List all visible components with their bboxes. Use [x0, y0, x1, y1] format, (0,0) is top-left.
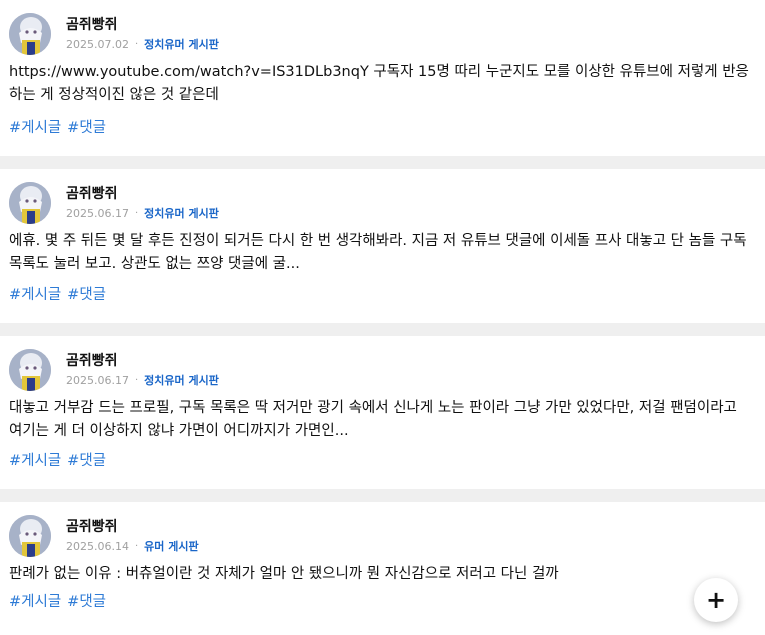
avatar-image [9, 515, 51, 557]
board-link[interactable]: 정치유머 게시판 [144, 205, 219, 221]
post-meta: 2025.06.17 · 정치유머 게시판 [66, 205, 219, 221]
avatar-image [9, 182, 51, 224]
board-link[interactable]: 정치유머 게시판 [144, 372, 219, 388]
board-link[interactable]: 유머 게시판 [144, 538, 198, 554]
post-content[interactable]: 에휴. 몇 주 뒤든 몇 달 후든 진정이 되거든 다시 한 번 생각해봐라. … [9, 230, 754, 276]
author-name[interactable]: 곰쥐빵쥐 [66, 183, 118, 203]
post-content[interactable]: 대놓고 거부감 드는 프로필, 구독 목록은 딱 저거만 광기 속에서 신나게 … [9, 397, 754, 443]
tag-post[interactable]: #게시글 [9, 453, 61, 469]
tag-post[interactable]: #게시글 [9, 287, 61, 303]
avatar[interactable] [9, 13, 51, 55]
post-meta: 2025.06.17 · 정치유머 게시판 [66, 372, 219, 388]
post-content[interactable]: 판례가 없는 이유 : 버츄얼이란 것 자체가 얼마 안 됐으니까 뭔 자신감으… [9, 563, 754, 586]
avatar-image [9, 349, 51, 391]
post-meta: 2025.06.14 · 유머 게시판 [66, 538, 199, 554]
tag-post[interactable]: #게시글 [9, 594, 61, 610]
post-card[interactable]: 곰쥐빵쥐 2025.06.17 · 정치유머 게시판 에휴. 몇 주 뒤든 몇 … [0, 169, 765, 323]
tag-comment[interactable]: #댓글 [67, 594, 106, 610]
post-date: 2025.07.02 [66, 37, 129, 51]
post-date: 2025.06.14 [66, 539, 129, 553]
meta-separator: · [134, 540, 139, 552]
post-meta: 2025.07.02 · 정치유머 게시판 [66, 36, 219, 52]
tag-comment[interactable]: #댓글 [67, 453, 106, 469]
tag-comment[interactable]: #댓글 [67, 120, 106, 136]
meta-separator: · [134, 207, 139, 219]
write-post-button[interactable]: + [694, 578, 738, 622]
post-content[interactable]: https://www.youtube.com/watch?v=IS31DLb3… [9, 61, 754, 107]
post-date: 2025.06.17 [66, 206, 129, 220]
board-link[interactable]: 정치유머 게시판 [144, 36, 219, 52]
post-date: 2025.06.17 [66, 373, 129, 387]
meta-separator: · [134, 374, 139, 386]
avatar[interactable] [9, 182, 51, 224]
avatar[interactable] [9, 349, 51, 391]
author-name[interactable]: 곰쥐빵쥐 [66, 350, 118, 370]
post-card[interactable]: 곰쥐빵쥐 2025.06.14 · 유머 게시판 판례가 없는 이유 : 버츄얼… [0, 502, 765, 635]
author-name[interactable]: 곰쥐빵쥐 [66, 14, 118, 34]
tag-comment[interactable]: #댓글 [67, 287, 106, 303]
plus-icon: + [705, 586, 727, 614]
post-card[interactable]: 곰쥐빵쥐 2025.06.17 · 정치유머 게시판 대놓고 거부감 드는 프로… [0, 336, 765, 489]
post-card[interactable]: 곰쥐빵쥐 2025.07.02 · 정치유머 게시판 https://www.y… [0, 0, 765, 156]
avatar-image [9, 13, 51, 55]
author-name[interactable]: 곰쥐빵쥐 [66, 516, 118, 536]
meta-separator: · [134, 38, 139, 50]
tag-list: #게시글 #댓글 [9, 116, 112, 137]
tag-list: #게시글 #댓글 [9, 590, 112, 611]
tag-list: #게시글 #댓글 [9, 449, 112, 470]
avatar[interactable] [9, 515, 51, 557]
tag-list: #게시글 #댓글 [9, 283, 112, 304]
tag-post[interactable]: #게시글 [9, 120, 61, 136]
